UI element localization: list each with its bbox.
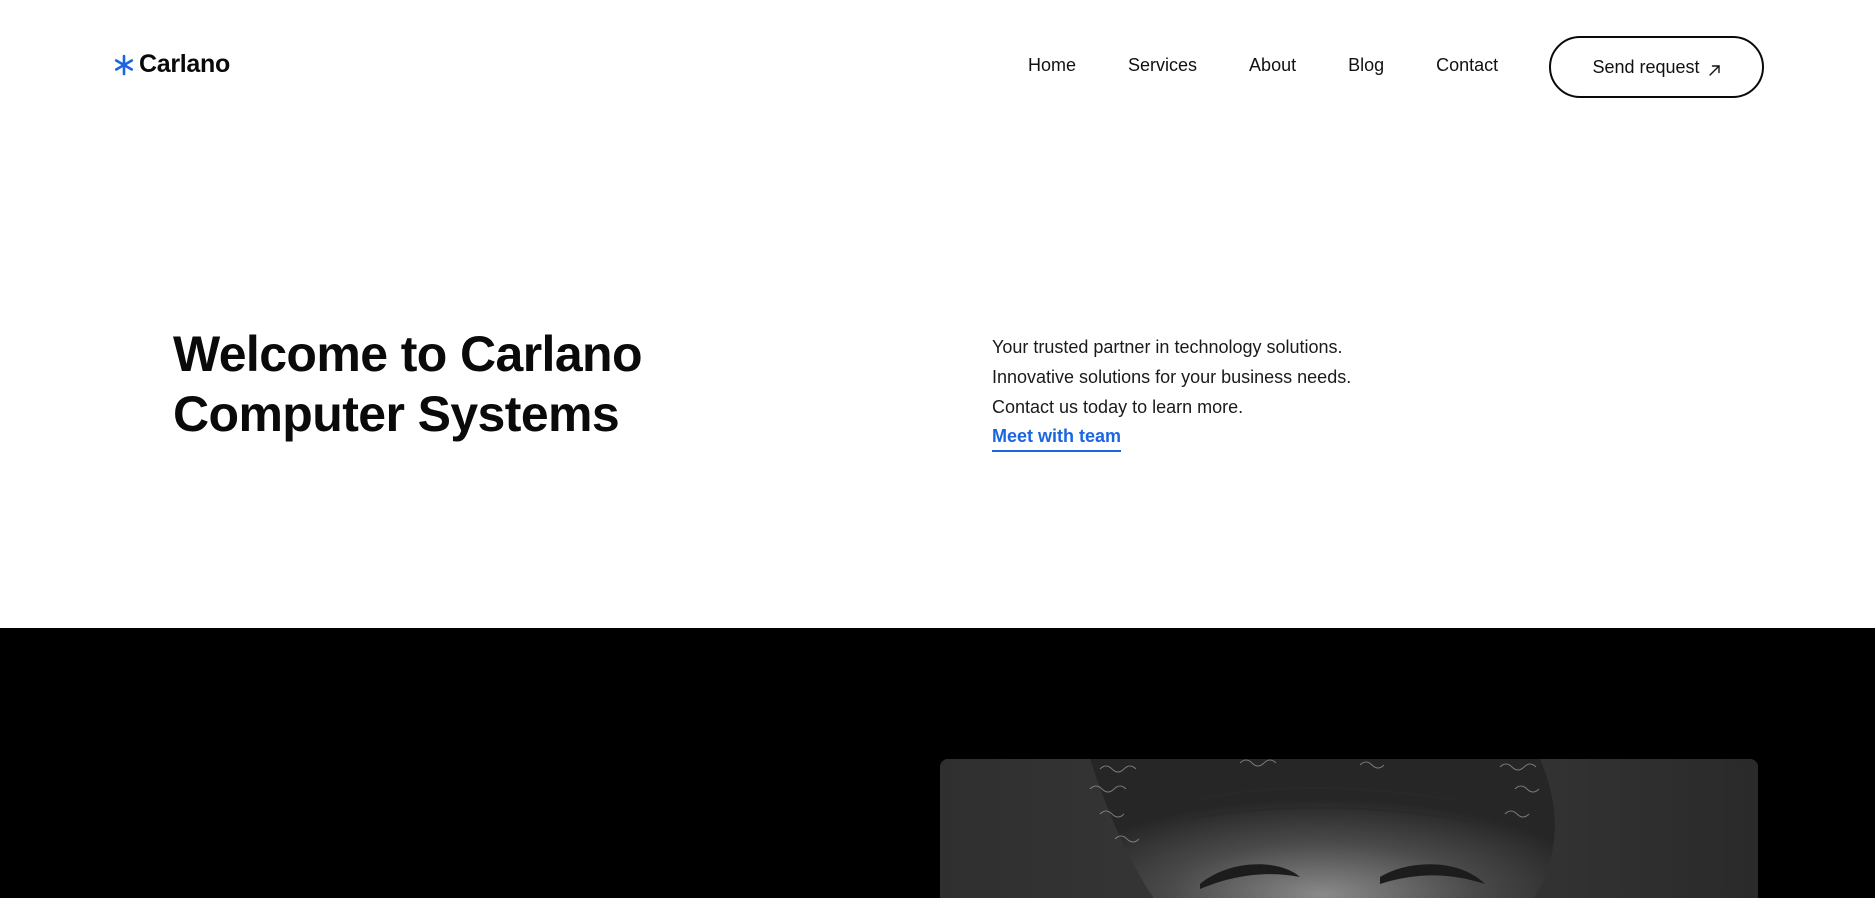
logo-text: Carlano <box>139 50 230 78</box>
hero-description: Your trusted partner in technology solut… <box>992 332 1412 452</box>
hero-text-line: Contact us today to learn more. <box>992 397 1244 417</box>
hero-text-line: Innovative solutions for your business n… <box>992 367 1352 387</box>
hero-title: Welcome to Carlano Computer Systems <box>173 324 733 444</box>
send-request-button[interactable]: Send request <box>1549 36 1764 98</box>
hero-text-line: Your trusted partner in technology solut… <box>992 337 1343 357</box>
dark-section <box>0 628 1875 898</box>
nav-home[interactable]: Home <box>1028 55 1076 76</box>
meet-team-link[interactable]: Meet with team <box>992 422 1122 452</box>
portrait-image <box>940 759 1758 898</box>
main-nav: Home Services About Blog Contact <box>1028 55 1498 76</box>
site-header: Carlano Home Services About Blog Contact… <box>0 0 1875 134</box>
hero-title-line1: Welcome to Carlano <box>173 326 643 382</box>
nav-contact[interactable]: Contact <box>1436 55 1498 76</box>
nav-about[interactable]: About <box>1249 55 1296 76</box>
nav-services[interactable]: Services <box>1128 55 1197 76</box>
send-request-label: Send request <box>1592 56 1700 77</box>
hero-title-line2: Computer Systems <box>173 386 620 442</box>
asterisk-icon <box>113 54 135 76</box>
logo-link[interactable]: Carlano <box>113 50 230 79</box>
nav-blog[interactable]: Blog <box>1348 55 1384 76</box>
arrow-up-right-icon <box>1708 61 1721 76</box>
